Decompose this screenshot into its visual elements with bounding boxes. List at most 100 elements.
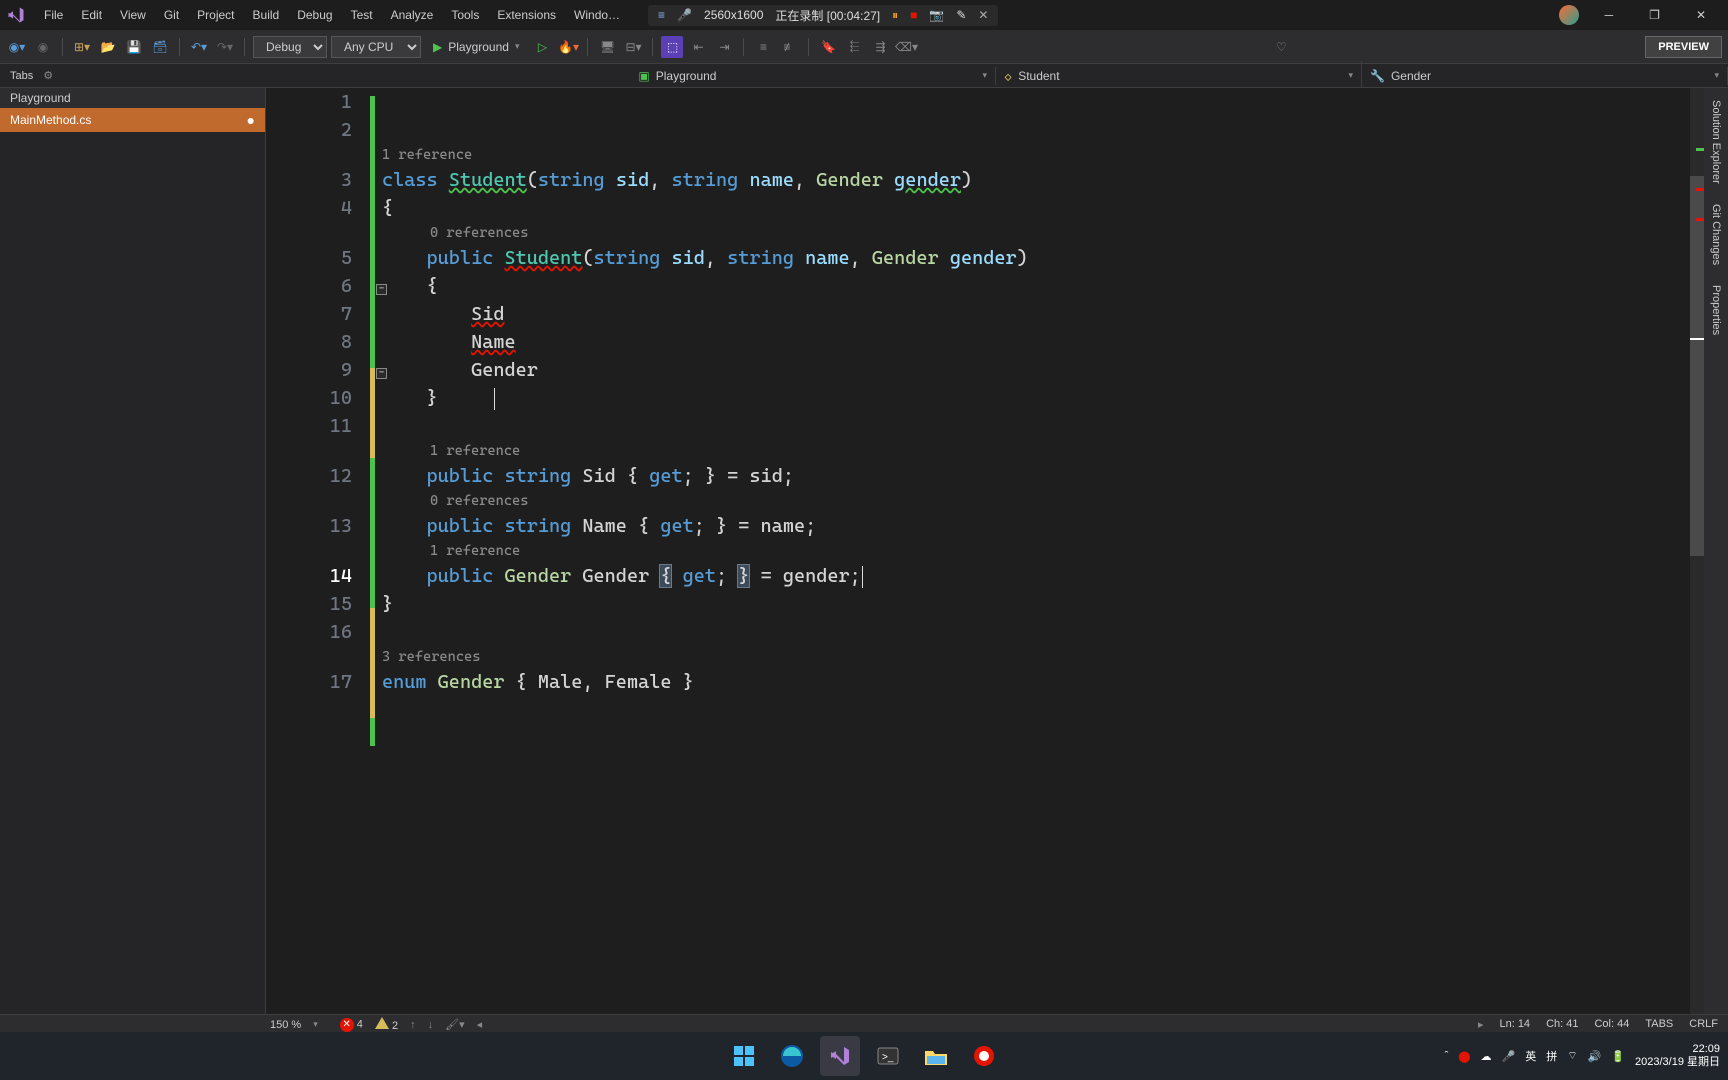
error-icon[interactable]: ✕	[340, 1018, 354, 1032]
scrollbar-thumb[interactable]	[1690, 176, 1704, 556]
project-dropdown-label: Playground	[656, 69, 717, 83]
hot-reload-icon[interactable]: 🔥▾	[557, 36, 579, 58]
sidebar-group[interactable]: Playground	[0, 88, 265, 108]
comment-icon[interactable]: ≡	[752, 36, 774, 58]
start-button[interactable]	[724, 1036, 764, 1076]
codelens[interactable]: 1 reference	[382, 540, 1704, 562]
feedback-icon[interactable]: ♡	[1270, 36, 1292, 58]
nav-back-icon[interactable]: ◉▾	[6, 36, 28, 58]
tray-cloud-icon[interactable]: ☁	[1481, 1050, 1492, 1063]
start-no-debug-icon[interactable]: ▷	[531, 36, 553, 58]
ime-lang-2[interactable]: 拼	[1546, 1048, 1557, 1064]
properties-tab[interactable]: Properties	[1708, 277, 1724, 343]
redo-icon[interactable]: ↷▾	[214, 36, 236, 58]
class-dropdown-label: Student	[1018, 69, 1059, 83]
platform-select[interactable]: Any CPU	[331, 36, 421, 58]
solution-config-select[interactable]: Debug	[253, 36, 327, 58]
minimize-button[interactable]: ─	[1595, 2, 1624, 28]
record-indicator-icon[interactable]	[964, 1036, 1004, 1076]
zoom-level[interactable]: 150 %	[270, 1019, 301, 1031]
tray-mic-icon[interactable]: 🎤	[1502, 1050, 1516, 1063]
menu-git[interactable]: Git	[156, 4, 187, 26]
menu-window[interactable]: Windo…	[566, 4, 628, 26]
battery-icon[interactable]: 🔋	[1611, 1050, 1625, 1063]
close-recording-icon[interactable]: ✕	[978, 8, 988, 22]
color-picker-icon[interactable]: ⬚	[661, 36, 683, 58]
pause-icon[interactable]: ⏸	[892, 8, 898, 23]
code-editor[interactable]: − − 1 2 3 4 5 6 7 8 9 10 11 12 13 14 15 …	[266, 88, 1704, 1014]
undo-icon[interactable]: ↶▾	[188, 36, 210, 58]
avatar[interactable]	[1559, 5, 1579, 25]
class-dropdown[interactable]: 🝔 Student ▾	[996, 61, 1362, 90]
nav-down-icon[interactable]: ↓	[428, 1019, 434, 1031]
codelens[interactable]: 0 references	[382, 490, 1704, 512]
menu-project[interactable]: Project	[189, 4, 242, 26]
menu-view[interactable]: View	[112, 4, 154, 26]
menu-test[interactable]: Test	[343, 4, 381, 26]
indent-icon[interactable]: ⇤	[687, 36, 709, 58]
menu-tools[interactable]: Tools	[443, 4, 487, 26]
indent-mode[interactable]: TABS	[1645, 1018, 1673, 1031]
wifi-icon[interactable]: ⌔	[1567, 1049, 1577, 1063]
stop-icon[interactable]: ■	[910, 8, 917, 22]
ime-lang-1[interactable]: 英	[1525, 1048, 1536, 1064]
text-cursor	[862, 566, 863, 588]
bookmark-icon[interactable]: 🔖	[817, 36, 839, 58]
maximize-button[interactable]: ❐	[1639, 2, 1670, 28]
open-icon[interactable]: 📂	[97, 36, 119, 58]
code-line-3: class Student(string sid, string name, G…	[382, 166, 1704, 194]
preview-button[interactable]: PREVIEW	[1645, 36, 1722, 58]
browser-link-icon[interactable]: 🖥	[596, 36, 618, 58]
bookmark-clear-icon[interactable]: ⌫▾	[895, 36, 917, 58]
clock[interactable]: 22:09 2023/3/19 星期日	[1635, 1043, 1720, 1069]
clock-time: 22:09	[1635, 1043, 1720, 1056]
step-config-icon[interactable]: ⊟▾	[622, 36, 644, 58]
solution-explorer-tab[interactable]: Solution Explorer	[1708, 92, 1724, 192]
codelens[interactable]: 1 reference	[382, 440, 1704, 462]
camera-icon[interactable]: 📷	[929, 8, 944, 22]
save-all-icon[interactable]: 🗃	[149, 36, 171, 58]
scroll-right-icon[interactable]: ▸	[1478, 1018, 1484, 1031]
close-button[interactable]: ✕	[1686, 2, 1716, 28]
bookmark-prev-icon[interactable]: ⬱	[843, 36, 865, 58]
tray-chevron-icon[interactable]: ˆ	[1445, 1050, 1449, 1062]
explorer-icon[interactable]	[916, 1036, 956, 1076]
terminal-icon[interactable]: >_	[868, 1036, 908, 1076]
scroll-left-icon[interactable]: ◂	[477, 1018, 483, 1031]
mic-icon[interactable]: 🎤	[677, 8, 692, 22]
nav-up-icon[interactable]: ↑	[410, 1019, 416, 1031]
bookmark-next-icon[interactable]: ⇶	[869, 36, 891, 58]
sidebar-file-item[interactable]: MainMethod.cs ●	[0, 108, 265, 132]
brush-icon[interactable]: 🖌▾	[445, 1018, 465, 1031]
vs-taskbar-icon[interactable]	[820, 1036, 860, 1076]
new-project-icon[interactable]: ⊞▾	[71, 36, 93, 58]
editor-status-bar: 150 % ▾ ✕ 4 2 ↑ ↓ 🖌▾ ◂ ▸ Ln: 14 Ch: 41 C…	[0, 1014, 1728, 1034]
git-changes-tab[interactable]: Git Changes	[1708, 196, 1724, 273]
nav-forward-icon[interactable]: ◉	[32, 36, 54, 58]
pencil-icon[interactable]: ✎	[956, 8, 966, 22]
menu-analyze[interactable]: Analyze	[383, 4, 442, 26]
menu-file[interactable]: File	[36, 4, 71, 26]
warning-icon[interactable]	[375, 1017, 389, 1029]
volume-icon[interactable]: 🔊	[1588, 1050, 1602, 1063]
tabs-header-label: Tabs	[10, 70, 33, 82]
menu-edit[interactable]: Edit	[73, 4, 110, 26]
menu-build[interactable]: Build	[245, 4, 288, 26]
hamburger-icon[interactable]: ≡	[658, 8, 665, 22]
start-debug-button[interactable]: ▶ Playground ▾	[425, 38, 527, 56]
codelens[interactable]: 0 references	[382, 222, 1704, 244]
menu-debug[interactable]: Debug	[289, 4, 340, 26]
member-dropdown[interactable]: 🔧 Gender ▾	[1362, 67, 1728, 85]
edge-icon[interactable]	[772, 1036, 812, 1076]
tray-record-icon[interactable]: ⬤	[1458, 1050, 1470, 1063]
menu-extensions[interactable]: Extensions	[489, 4, 564, 26]
codelens[interactable]: 3 references	[382, 646, 1704, 668]
save-icon[interactable]: 💾	[123, 36, 145, 58]
scrollbar[interactable]	[1690, 88, 1704, 1014]
gear-icon[interactable]: ⚙	[43, 69, 53, 82]
line-ending[interactable]: CRLF	[1689, 1018, 1718, 1031]
project-dropdown[interactable]: ▣ Playground ▾	[266, 67, 996, 85]
codelens[interactable]: 1 reference	[382, 144, 1704, 166]
outdent-icon[interactable]: ⇥	[713, 36, 735, 58]
uncomment-icon[interactable]: ≢	[778, 36, 800, 58]
